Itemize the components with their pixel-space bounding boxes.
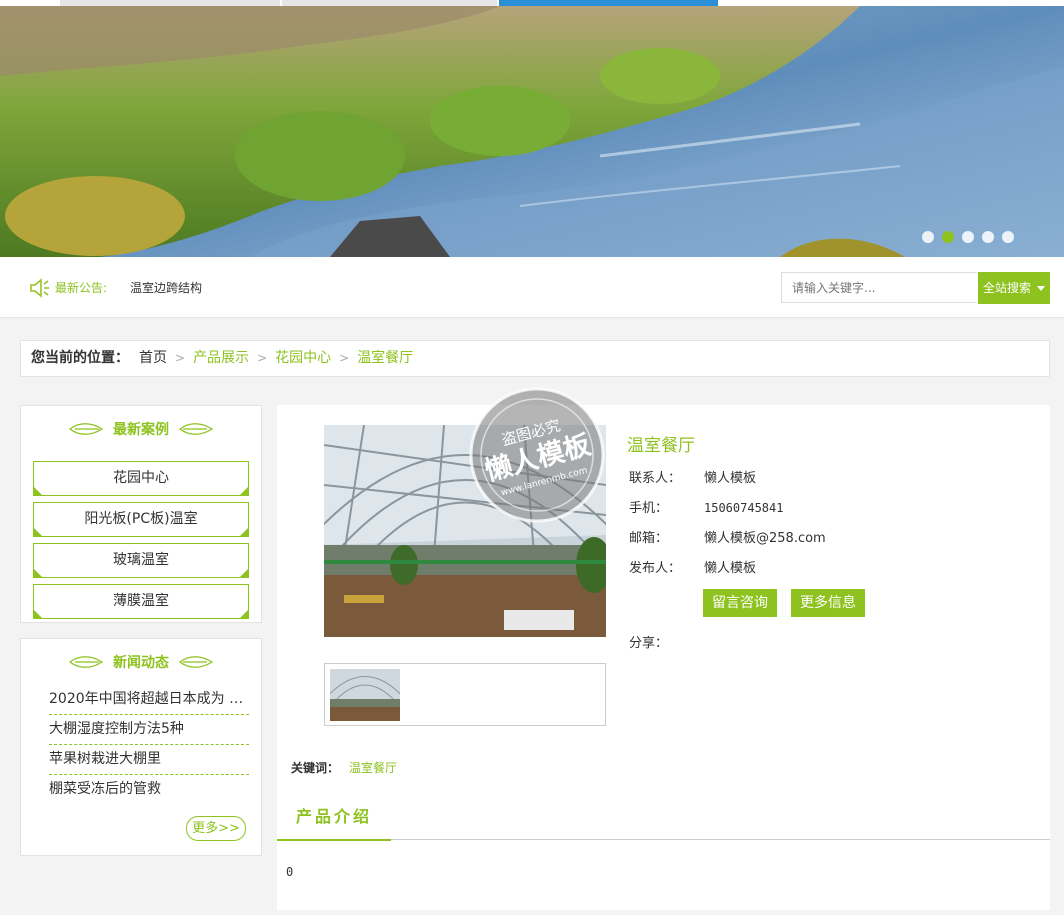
news-item[interactable]: ›大棚湿度控制方法5种 [49, 715, 249, 745]
chevron-down-icon [1037, 286, 1045, 291]
breadcrumb-home-link[interactable]: 首页 [139, 350, 167, 366]
leaf-ornament-icon [69, 656, 103, 668]
case-item-label: 花园中心 [113, 470, 169, 486]
breadcrumb-link[interactable]: 产品展示 [193, 350, 249, 366]
news-item[interactable]: ›2020年中国将超越日本成为 玉米第一大进口国 [49, 685, 249, 715]
notice-bar: 最新公告: 温室边跨结构 全站搜索 [0, 257, 1064, 318]
product-title: 温室餐厅 [627, 436, 695, 456]
news-item-label: 棚菜受冻后的管救 [49, 781, 161, 797]
corner-mark [34, 610, 42, 618]
search-input[interactable] [781, 272, 977, 303]
banner-dot[interactable] [982, 231, 994, 243]
banner-image [0, 6, 1064, 257]
breadcrumb: 您当前的位置： 首页 > 产品展示 > 花园中心 > 温室餐厅 [20, 340, 1050, 377]
contact-value: 懒人模板 [704, 471, 757, 486]
corner-mark [240, 610, 248, 618]
email-row: 邮箱： 懒人模板@258.com [629, 527, 826, 546]
corner-mark [240, 569, 248, 577]
case-item[interactable]: 阳光板(PC板)温室 [33, 502, 249, 537]
publisher-value: 懒人模板 [704, 561, 757, 576]
share-label: 分享： [629, 636, 669, 651]
keyword-link[interactable]: 温室餐厅 [349, 761, 397, 775]
email-value: 懒人模板@258.com [704, 531, 826, 546]
notice-label: 最新公告: [55, 281, 108, 295]
latest-cases-title: 最新案例 [113, 422, 169, 438]
chevron-right-icon: > [257, 351, 268, 365]
banner-dot[interactable] [922, 231, 934, 243]
case-item-label: 玻璃温室 [113, 552, 169, 568]
latest-cases-box: 最新案例 花园中心 阳光板(PC板)温室 玻璃温室 薄膜温室 [20, 405, 262, 623]
corner-mark [34, 528, 42, 536]
publisher-row: 发布人： 懒人模板 [629, 557, 756, 576]
keywords-row: 关键词： 温室餐厅 [291, 759, 397, 776]
corner-mark [34, 569, 42, 577]
corner-mark [240, 528, 248, 536]
hero-banner [0, 6, 1064, 257]
chevron-right-icon: > [339, 351, 350, 365]
latest-cases-header: 最新案例 [21, 406, 261, 452]
news-more-button[interactable]: 更多>> [186, 816, 246, 841]
notice-text[interactable]: 温室边跨结构 [130, 279, 202, 296]
news-item-label: 苹果树栽进大棚里 [49, 751, 161, 767]
news-item-label: 2020年中国将超越日本成为 玉米第一大进口国 [49, 691, 249, 707]
banner-dot-active[interactable] [942, 231, 954, 243]
case-item[interactable]: 薄膜温室 [33, 584, 249, 619]
banner-dot[interactable] [1002, 231, 1014, 243]
contact-row: 联系人： 懒人模板 [629, 467, 756, 486]
chevron-right-icon: > [175, 351, 186, 365]
publisher-label: 发布人： [629, 561, 682, 576]
watermark-seal: 盗图必究 懒人模板 www.lanrenmb.com [469, 387, 605, 523]
news-item-label: 大棚湿度控制方法5种 [49, 721, 184, 737]
breadcrumb-link[interactable]: 花园中心 [275, 350, 331, 366]
leaf-ornament-icon [179, 423, 213, 435]
email-label: 邮箱： [629, 531, 669, 546]
case-item-label: 薄膜温室 [113, 593, 169, 609]
case-item[interactable]: 花园中心 [33, 461, 249, 496]
thumbnail-strip [324, 663, 606, 726]
news-header: 新闻动态 [21, 639, 261, 685]
contact-label: 联系人： [629, 471, 682, 486]
product-description: 0 [286, 865, 294, 879]
news-box: 新闻动态 ›2020年中国将超越日本成为 玉米第一大进口国 ›大棚湿度控制方法5… [20, 638, 262, 856]
greenhouse-thumb [330, 669, 400, 721]
breadcrumb-current[interactable]: 温室餐厅 [357, 350, 413, 366]
news-title: 新闻动态 [113, 655, 169, 671]
breadcrumb-label: 您当前的位置： [31, 350, 129, 366]
leaf-ornament-icon [69, 423, 103, 435]
phone-label: 手机： [629, 501, 669, 516]
banner-dot[interactable] [962, 231, 974, 243]
consult-button[interactable]: 留言咨询 [703, 589, 777, 617]
search-button[interactable]: 全站搜索 [978, 272, 1050, 304]
phone-row: 手机： 15060745841 [629, 497, 783, 516]
corner-mark [34, 487, 42, 495]
news-item[interactable]: ›棚菜受冻后的管救 [49, 775, 249, 804]
phone-value: 15060745841 [704, 501, 784, 515]
news-item[interactable]: ›苹果树栽进大棚里 [49, 745, 249, 775]
product-panel: 盗图必究 懒人模板 www.lanrenmb.com 温室餐厅 联系人： 懒人模板… [277, 387, 1050, 910]
more-info-button[interactable]: 更多信息 [791, 589, 865, 617]
tab-product-intro[interactable]: 产品介绍 [277, 802, 391, 841]
leaf-ornament-icon [179, 656, 213, 668]
speaker-icon [30, 278, 49, 298]
case-item-label: 阳光板(PC板)温室 [84, 511, 198, 527]
product-tabs: 产品介绍 [277, 802, 1050, 841]
thumbnail-image[interactable] [330, 669, 400, 721]
keywords-label: 关键词： [291, 761, 340, 775]
search-button-label: 全站搜索 [983, 281, 1032, 295]
banner-pagination [922, 231, 1014, 243]
corner-mark [240, 487, 248, 495]
case-item[interactable]: 玻璃温室 [33, 543, 249, 578]
